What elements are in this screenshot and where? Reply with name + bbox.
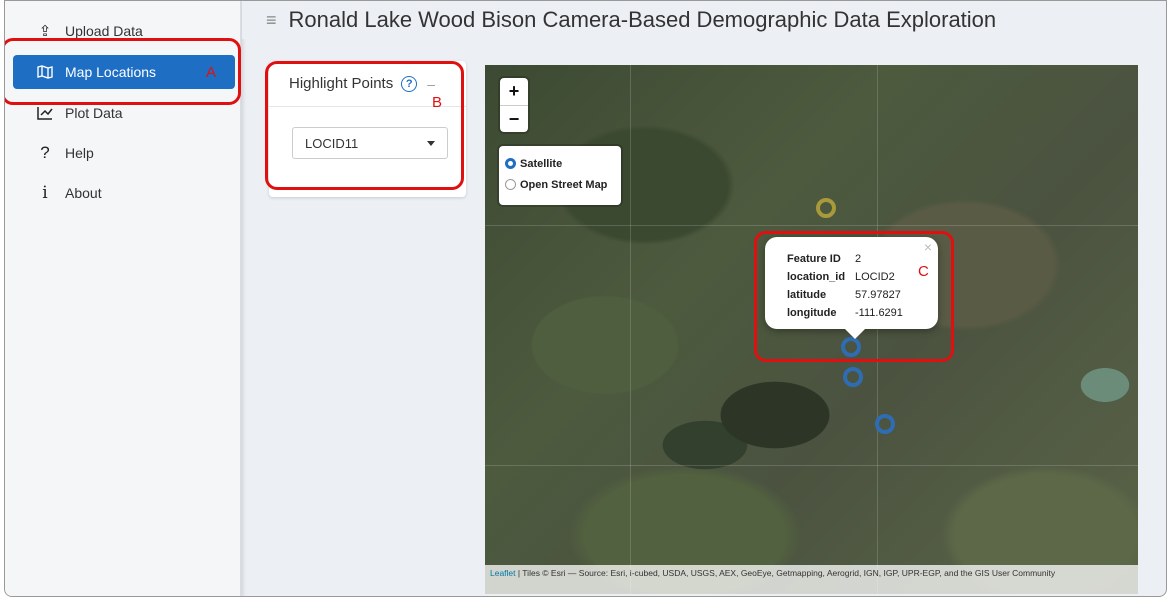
menu-toggle-icon[interactable]: ≡ bbox=[266, 10, 277, 31]
attribution-text: | Tiles © Esri — Source: Esri, i-cubed, … bbox=[515, 568, 1056, 578]
sidebar-item-label: Plot Data bbox=[65, 105, 123, 121]
map-attribution: Leaflet | Tiles © Esri — Source: Esri, i… bbox=[485, 565, 1138, 594]
layer-label: Satellite bbox=[520, 157, 563, 170]
sidebar-item-label: About bbox=[65, 185, 102, 201]
chart-icon bbox=[35, 106, 55, 120]
zoom-out-button[interactable]: − bbox=[500, 105, 528, 132]
question-icon: ? bbox=[40, 143, 50, 162]
annotation-box-b bbox=[265, 61, 464, 190]
sidebar-item-label: Upload Data bbox=[65, 23, 143, 39]
page-title: Ronald Lake Wood Bison Camera-Based Demo… bbox=[288, 7, 997, 32]
location-marker[interactable] bbox=[875, 414, 895, 434]
graticule-line bbox=[485, 465, 1138, 466]
radio-selected-icon[interactable] bbox=[505, 158, 516, 169]
zoom-in-button[interactable]: + bbox=[500, 78, 528, 105]
app-window: ⇪ Upload Data Map Locations Plot Data ? … bbox=[4, 0, 1167, 597]
info-icon: i bbox=[42, 183, 48, 203]
layer-control: Satellite Open Street Map bbox=[499, 146, 621, 205]
layer-label: Open Street Map bbox=[520, 178, 608, 191]
location-marker[interactable] bbox=[843, 367, 863, 387]
layer-option-satellite[interactable]: Satellite bbox=[505, 153, 621, 174]
sidebar-item-help[interactable]: ? Help bbox=[13, 136, 235, 170]
graticule-line bbox=[630, 65, 631, 594]
annotation-box-c bbox=[754, 231, 954, 362]
radio-icon[interactable] bbox=[505, 179, 516, 190]
annotation-label-a: A bbox=[206, 64, 217, 81]
zoom-control: + − bbox=[500, 78, 528, 132]
annotation-label-b: B bbox=[432, 94, 443, 111]
sidebar-item-label: Help bbox=[65, 145, 94, 161]
layer-option-osm[interactable]: Open Street Map bbox=[505, 174, 621, 195]
leaflet-link[interactable]: Leaflet bbox=[490, 568, 516, 578]
header: ≡ Ronald Lake Wood Bison Camera-Based De… bbox=[242, 1, 1166, 39]
annotation-label-c: C bbox=[918, 263, 929, 280]
location-marker[interactable] bbox=[816, 198, 836, 218]
sidebar-item-about[interactable]: i About bbox=[13, 176, 235, 210]
graticule-line bbox=[485, 225, 1138, 226]
